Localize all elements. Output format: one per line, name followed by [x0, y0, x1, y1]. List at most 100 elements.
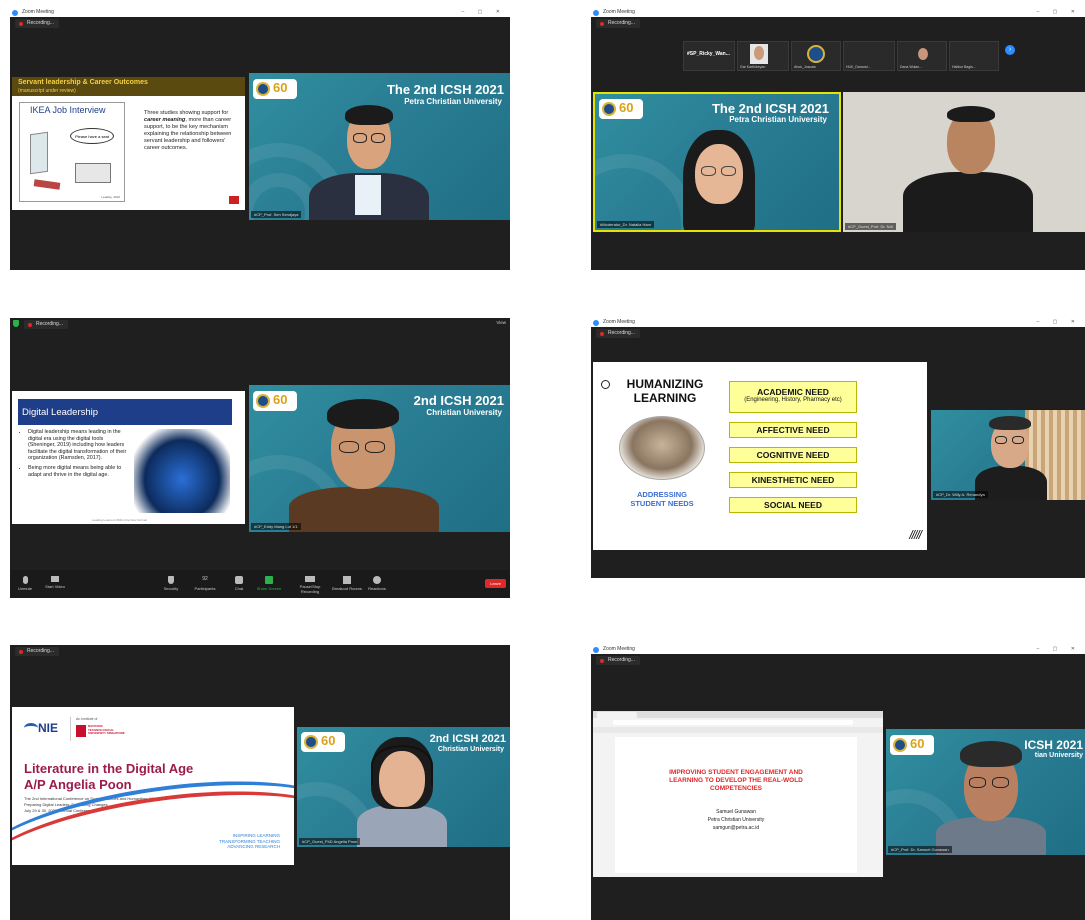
window-controls[interactable]: – ▢ ✕ [1037, 8, 1081, 17]
speaker-person [936, 735, 1046, 855]
logo-number: 60 [273, 392, 288, 407]
recording-indicator[interactable]: Recording... [15, 647, 59, 656]
parts-shape [33, 179, 61, 190]
recording-indicator[interactable]: Recording... [596, 656, 640, 665]
window-titlebar: Zoom Meeting – ▢ ✕ [591, 318, 1085, 327]
toolbar-label: Pause/Stop Recording [299, 584, 321, 594]
slide-title: Digital Leadership [22, 407, 99, 418]
leave-button[interactable]: Leave [485, 579, 506, 588]
need-academic: ACADEMIC NEED (Engineering, History, Pha… [729, 381, 857, 413]
record-dot-icon [19, 649, 23, 654]
thumb-name: #SP_Ricky_Wan... [687, 51, 730, 57]
toolbar-label: Security [163, 586, 179, 591]
conference-university: Christian University [437, 746, 504, 753]
participant-thumb[interactable]: Halibur Bagis... [949, 41, 999, 71]
toolbar-label: Chat [234, 586, 244, 591]
slide-body: Three studies showing support for career… [144, 110, 236, 152]
zoom-logo-icon [12, 9, 18, 16]
start-video-button[interactable]: Start Video [40, 576, 70, 589]
nie-swoosh-icon [24, 723, 38, 733]
pause-stop-recording-button[interactable]: Pause/Stop Recording [290, 576, 330, 594]
participant-thumb[interactable]: Dana Wulan... [897, 41, 947, 71]
toolbar-label: Reactions [368, 586, 386, 591]
record-dot-icon [600, 658, 604, 663]
need-social: SOCIAL NEED [729, 497, 857, 513]
browser-tabbar [593, 711, 883, 718]
zoom-screenshot-2: Zoom Meeting – ▢ ✕ Recording... #SP_Ricky… [591, 8, 1085, 270]
view-button[interactable]: View [496, 320, 506, 325]
browser-tab[interactable] [597, 712, 637, 718]
window-title: Zoom Meeting [603, 646, 635, 652]
ntu-crest-icon [76, 725, 86, 737]
need-sub: (Engineering, History, Pharmacy etc) [744, 397, 842, 403]
need-label: ACADEMIC NEED [757, 387, 829, 397]
conference-logo: 60 [890, 735, 934, 755]
window-controls[interactable]: – ▢ ✕ [462, 8, 506, 17]
thumb-name: Ahok_Josuaw [794, 65, 816, 69]
speaker-video: 60 The 2nd ICSH 2021 Petra Christian Uni… [249, 73, 510, 220]
zoom-logo-icon [593, 646, 599, 653]
shared-slide: NIE An Institute of NANYANG TECHNOLOGICA… [12, 707, 294, 865]
guest-video: #CP_Guest_Prof. Dr. Ndi [843, 92, 1085, 232]
talk-speaker: A/P Angelia Poon [24, 777, 132, 792]
doc-title: IMPROVING STUDENT ENGAGEMENT AND LEARNIN… [669, 769, 803, 792]
recording-label: Recording... [36, 321, 63, 327]
window-titlebar: Zoom Meeting – ▢ ✕ [591, 8, 1085, 17]
participant-thumb[interactable]: Gar Karthikeyan [737, 41, 789, 71]
pause-stop-icon [305, 576, 315, 582]
meeting-toolbar: Unmute Start Video Security 92 Participan… [10, 570, 510, 598]
conference-logo: 60 [301, 732, 345, 752]
shared-browser-window: IMPROVING STUDENT ENGAGEMENT AND LEARNIN… [593, 711, 883, 877]
university-seal-icon [304, 735, 318, 749]
unmute-button[interactable]: Unmute [10, 576, 40, 591]
window-controls[interactable]: – ▢ ✕ [1037, 645, 1081, 654]
share-screen-button[interactable]: Share Screen [254, 576, 284, 591]
slide-footer: Leading Learners Within the New Normal [92, 518, 147, 522]
breakout-rooms-icon [343, 576, 351, 584]
zoom-screenshot-4: Zoom Meeting – ▢ ✕ Recording... HUMANIZIN… [591, 318, 1085, 578]
participants-button[interactable]: 92 Participants [190, 576, 220, 591]
participant-thumb[interactable]: HUK_Danand... [843, 41, 895, 71]
bubble-text: Please have a seat [74, 134, 110, 139]
window-title: Zoom Meeting [22, 9, 54, 15]
recording-label: Recording... [27, 648, 54, 654]
chat-button[interactable]: Chat [224, 576, 254, 591]
need-label: AFFECTIVE NEED [756, 425, 830, 435]
speaker-video: 60 ICSH 2021 tian University #CP_Prof. D… [886, 729, 1085, 855]
conference-university: Petra Christian University [729, 115, 827, 124]
slide-logo [229, 196, 239, 204]
recording-label: Recording... [608, 20, 635, 26]
security-button[interactable]: Security [156, 576, 186, 591]
speaker-name-label: #CP_Prof. Dr. Samuel Gunawan [888, 846, 952, 853]
toolbar-label: Breakout Rooms [332, 586, 362, 591]
share-screen-icon [265, 576, 273, 584]
doc-affiliation: Petra Christian University [707, 817, 765, 823]
breakout-rooms-button[interactable]: Breakout Rooms [332, 576, 362, 591]
nie-text: NIE [38, 721, 59, 735]
window-controls[interactable]: – ▢ ✕ [1037, 318, 1081, 327]
slide-title: Servant leadership & Career Outcomes [18, 79, 148, 86]
need-cognitive: COGNITIVE NEED [729, 447, 857, 463]
talk-title: Literature in the Digital Age [24, 761, 194, 776]
participant-thumb[interactable]: Ahok_Josuaw [791, 41, 841, 71]
next-page-icon[interactable]: › [1005, 45, 1015, 55]
participant-thumb[interactable]: #SP_Ricky_Wan... [683, 41, 735, 71]
pdf-page: IMPROVING STUDENT ENGAGEMENT AND LEARNIN… [615, 737, 857, 873]
recording-indicator[interactable]: Recording... [15, 19, 59, 28]
reactions-button[interactable]: Reactions [362, 576, 392, 591]
guest-name-label: #CP_Guest_Prof. Dr. Ndi [845, 223, 896, 230]
shield-icon[interactable] [13, 320, 19, 327]
conference-title: The 2nd ICSH 2021 [711, 101, 829, 116]
conference-logo: 60 [253, 79, 297, 99]
recording-indicator[interactable]: Recording... [596, 329, 640, 338]
window-title: Zoom Meeting [603, 9, 635, 15]
slide-subheading: ADDRESSING STUDENT NEEDS [630, 490, 694, 508]
browser-addressbar[interactable] [613, 720, 853, 725]
participants-count: 92 [202, 576, 208, 582]
recording-indicator[interactable]: Recording... [24, 320, 68, 329]
speaker-name-label: #CP_Guest_PhD Angelia Poon [299, 838, 361, 845]
thumb-name: Dana Wulan... [900, 65, 923, 69]
hatch-decoration: ///// [909, 528, 922, 542]
logo-number: 60 [910, 736, 925, 751]
recording-indicator[interactable]: Recording... [596, 19, 640, 28]
